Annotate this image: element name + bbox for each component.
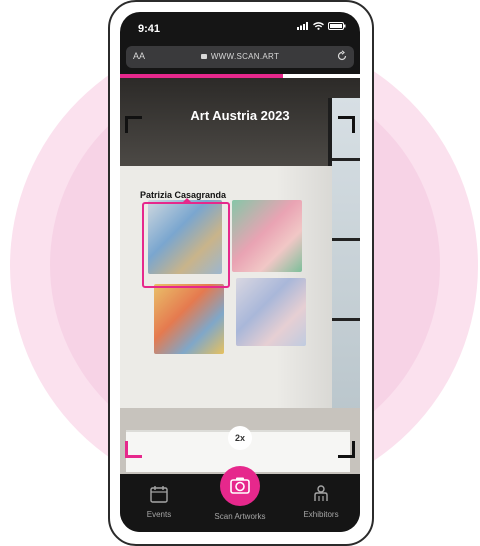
zoom-button[interactable]: 2x — [228, 426, 252, 450]
artwork-3 — [154, 284, 224, 354]
phone-mockup: 9:41 AA WWW.SCAN.ART Art Austria 2023 Pa… — [108, 0, 374, 546]
camera-icon — [230, 477, 250, 494]
detected-artwork-frame[interactable] — [142, 198, 230, 288]
camera-window — [328, 98, 360, 428]
exhibitor-icon — [314, 485, 328, 501]
scan-corner-bottom-right — [338, 441, 355, 458]
scan-corner-top-left — [125, 116, 142, 133]
artwork-2 — [232, 200, 302, 272]
camera-viewfinder[interactable]: Art Austria 2023 Patrizia Casagranda 2x — [120, 78, 360, 474]
artwork-4 — [236, 278, 306, 346]
calendar-icon — [150, 486, 168, 503]
tab-exhibitors[interactable]: Exhibitors — [286, 484, 356, 519]
camera-ceiling — [120, 78, 360, 168]
tab-scan-artworks-label: Scan Artworks — [214, 512, 266, 521]
scan-artworks-button[interactable] — [220, 466, 260, 506]
tab-events[interactable]: Events — [124, 484, 194, 519]
page-title: Art Austria 2023 — [190, 108, 290, 123]
tab-exhibitors-label: Exhibitors — [303, 510, 339, 519]
phone-screen: 9:41 AA WWW.SCAN.ART Art Austria 2023 Pa… — [120, 12, 360, 532]
system-icons — [297, 22, 346, 30]
battery-icon — [328, 22, 346, 30]
reload-icon[interactable] — [336, 50, 348, 62]
tab-events-label: Events — [146, 510, 172, 519]
status-bar: 9:41 — [120, 12, 360, 42]
scan-corner-top-right — [338, 116, 355, 133]
url-display: WWW.SCAN.ART — [126, 52, 354, 61]
tab-scan-artworks[interactable]: Scan Artworks — [205, 512, 275, 521]
url-text: WWW.SCAN.ART — [210, 52, 280, 61]
address-bar[interactable]: AA WWW.SCAN.ART — [126, 46, 354, 68]
signal-icon — [297, 22, 308, 30]
wifi-icon — [313, 22, 324, 30]
status-time: 9:41 — [138, 23, 161, 35]
lock-icon — [200, 54, 207, 59]
scan-corner-bottom-left — [125, 441, 142, 458]
bottom-tab-bar: Events Scan Artworks Exhibitors — [120, 466, 360, 532]
